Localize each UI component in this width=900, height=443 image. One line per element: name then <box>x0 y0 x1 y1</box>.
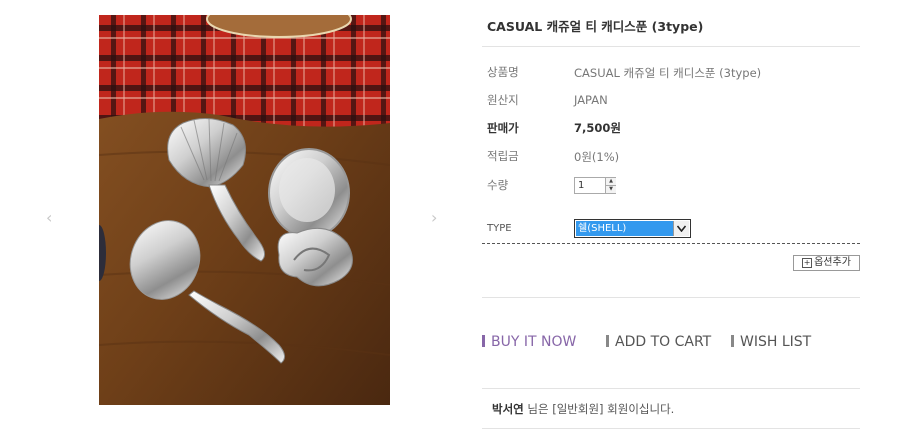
add-to-cart-button[interactable]: ADD TO CART <box>606 334 711 350</box>
product-name-label: 상품명 <box>487 65 519 79</box>
type-selected-value: 쉘(SHELL) <box>576 221 673 236</box>
divider <box>482 388 860 389</box>
product-image <box>99 15 390 405</box>
chevron-right-icon[interactable]: › <box>431 208 437 227</box>
member-name: 박서연 <box>492 402 524 416</box>
add-to-cart-label: ADD TO CART <box>615 334 712 350</box>
bullet-bar <box>731 335 734 347</box>
buy-now-button[interactable]: BUY IT NOW <box>482 334 576 350</box>
points-value: 0원(1%) <box>574 150 620 164</box>
divider <box>482 297 860 298</box>
add-option-label: 옵션추가 <box>814 257 851 268</box>
divider <box>482 428 860 429</box>
origin-value: JAPAN <box>574 93 608 107</box>
product-name-value: CASUAL 캐쥬얼 티 캐디스푼 (3type) <box>574 66 762 80</box>
quantity-down-button[interactable]: ▼ <box>605 185 616 193</box>
points-label: 적립금 <box>487 149 519 163</box>
chevron-left-icon[interactable]: ‹ <box>46 208 52 227</box>
quantity-input[interactable] <box>576 179 606 192</box>
buy-now-label: BUY IT NOW <box>491 334 577 350</box>
type-select[interactable]: 쉘(SHELL) <box>574 219 691 238</box>
price-value: 7,500원 <box>574 121 621 135</box>
quantity-label: 수량 <box>487 178 509 192</box>
chevron-down-icon[interactable] <box>673 221 689 236</box>
quantity-up-button[interactable]: ▲ <box>605 178 616 185</box>
plus-box-icon: + <box>802 258 813 268</box>
member-info: 박서연 님은 [일반회원] 회원이십니다. <box>492 401 674 417</box>
type-label: TYPE <box>487 223 512 234</box>
bullet-bar <box>482 335 485 347</box>
product-title: CASUAL 캐쥬얼 티 캐디스푼 (3type) <box>487 19 704 34</box>
price-label: 판매가 <box>487 121 519 135</box>
dashed-divider <box>482 243 860 244</box>
wish-list-label: WISH LIST <box>740 334 812 350</box>
wish-list-button[interactable]: WISH LIST <box>731 334 811 350</box>
add-option-button[interactable]: + 옵션추가 <box>793 255 860 271</box>
member-grade-text: 님은 [일반회원] 회원이십니다. <box>523 402 675 416</box>
bullet-bar <box>606 335 609 347</box>
origin-label: 원산지 <box>487 93 519 107</box>
divider <box>482 46 860 47</box>
quantity-stepper: ▲ ▼ <box>574 177 616 194</box>
